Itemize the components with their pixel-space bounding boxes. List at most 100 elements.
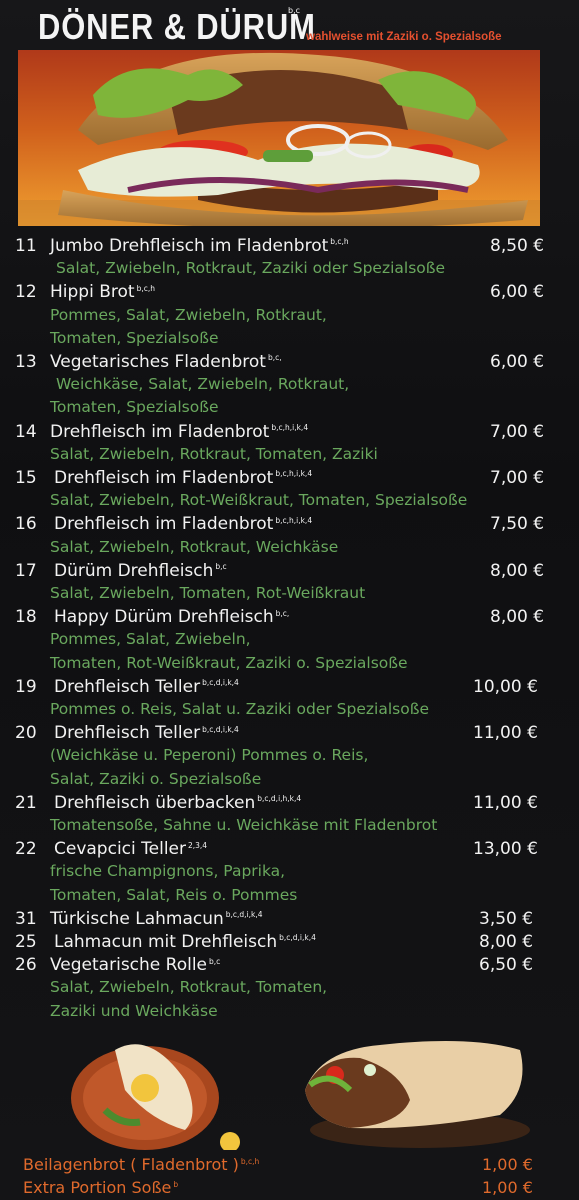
menu-page: { "header": { "title": "DÖNER & DÜRUM", … — [0, 0, 579, 1200]
item-description: Tomaten, Rot-Weißkraut, Zaziki o. Spezia… — [50, 653, 408, 672]
item-price: 8,00 € — [490, 607, 545, 628]
item-number: 11 — [15, 236, 37, 256]
item-name: Dürüm Drehfleisch b,c — [54, 561, 227, 581]
doner-photo — [18, 50, 540, 226]
section-title: DÖNER & DÜRUM — [38, 6, 316, 47]
item-name-text: Cevapcici Teller — [54, 839, 186, 860]
item-allergens: b,c,d,i,h,k,4 — [257, 794, 302, 804]
item-name-text: Lahmacun mit Drehfleisch — [54, 932, 278, 952]
item-description: Pommes, Salat, Zwiebeln, — [50, 630, 251, 649]
item-number: 31 — [15, 908, 37, 929]
extra-item-name: Beilagenbrot ( Fladenbrot ) b,c,h — [23, 1155, 259, 1174]
item-price: 8,00 € — [479, 932, 534, 952]
extra-item-text: Extra Portion Soße — [23, 1178, 172, 1197]
menu-item: 15 Drehfleisch im Fladenbrot b,c,h,i,k,4 7,… — [0, 468, 579, 490]
item-name: Drehfleisch im Fladenbrot b,c,h,i,k,4 — [54, 514, 312, 534]
item-name-text: Drehfleisch im Fladenbrot — [50, 421, 270, 442]
item-name-text: Drehfleisch überbacken — [54, 792, 256, 813]
item-description: Salat, Zwiebeln, Rotkraut, Tomaten, Zazi… — [50, 444, 378, 463]
item-allergens: b,c,d,i,k,4 — [202, 678, 239, 688]
item-allergens: b,c — [215, 562, 227, 572]
item-description: Salat, Zwiebeln, Tomaten, Rot-Weißkraut — [50, 584, 366, 602]
item-allergens: b,c,d,i,k,4 — [225, 910, 263, 920]
item-price: 6,00 € — [490, 282, 545, 303]
item-description: Pommes o. Reis, Salat u. Zaziki oder Spe… — [50, 700, 429, 718]
item-number: 17 — [15, 560, 37, 581]
extra-item-text: Beilagenbrot ( Fladenbrot ) — [23, 1155, 239, 1174]
item-price: 7,00 € — [490, 468, 545, 488]
item-description: Tomaten, Spezialsoße — [50, 398, 219, 417]
item-name: Vegetarisches Fladenbrot b,c, — [50, 352, 282, 372]
item-allergens: b,c, — [267, 353, 282, 363]
section-title-allergens: b,c — [288, 6, 301, 15]
menu-item: 16 Drehfleisch im Fladenbrot b,c,h,i,k,4 7,… — [0, 514, 579, 536]
item-number: 18 — [15, 607, 37, 628]
extra-item-price: 1,00 € — [482, 1178, 533, 1197]
item-description: Salat, Zwiebeln, Rotkraut, Tomaten, — [50, 978, 328, 997]
item-allergens: b,c,h,i,k,4 — [271, 422, 309, 432]
item-name: Drehfleisch im Fladenbrot b,c,h,i,k,4 — [50, 422, 308, 442]
item-price: 13,00 € — [473, 839, 538, 860]
menu-item: 19 Drehfleisch Teller b,c,d,i,k,4 10,00 € — [0, 677, 579, 699]
menu-item: 25 Lahmacun mit Drehfleisch b,c,d,i,k,4 8,0… — [0, 932, 579, 954]
item-allergens: b,c,h,i,k,4 — [275, 515, 313, 525]
item-price: 8,00 € — [490, 560, 545, 581]
item-name-text: Drehfleisch Teller — [54, 676, 201, 697]
item-price: 7,50 € — [490, 514, 545, 535]
item-name-text: Happy Dürüm Drehfleisch — [54, 607, 274, 628]
item-name: Türkische Lahmacun b,c,d,i,k,4 — [50, 909, 263, 929]
item-number: 21 — [15, 792, 37, 813]
item-number: 12 — [15, 282, 37, 303]
item-description: Tomaten, Spezialsoße — [50, 328, 219, 347]
menu-item: 20 Drehfleisch Teller b,c,d,i,k,4 11,00 € — [0, 723, 579, 745]
section-subtitle: wahlweise mit Zaziki o. Spezialsoße — [306, 31, 502, 43]
item-name: Cevapcici Teller 2,3,4 — [54, 839, 207, 859]
item-description: Salat, Zaziki o. Spezialsoße — [50, 769, 262, 788]
menu-item: 26 Vegetarische Rolle b,c 6,50 € — [0, 955, 579, 977]
item-description: frische Champignons, Paprika, — [50, 862, 286, 881]
item-number: 19 — [15, 676, 37, 697]
item-price: 8,50 € — [490, 236, 545, 256]
item-allergens: b,c,d,i,k,4 — [279, 933, 316, 943]
item-name: Drehfleisch Teller b,c,d,i,k,4 — [54, 723, 239, 743]
item-price: 10,00 € — [473, 676, 538, 697]
menu-item: 11 Jumbo Drehfleisch im Fladenbrot b,c,h 8,… — [0, 236, 579, 258]
item-description: Weichkäse, Salat, Zwiebeln, Rotkraut, — [56, 375, 350, 394]
item-name: Happy Dürüm Drehfleisch b,c, — [54, 607, 289, 627]
item-name-text: Drehfleisch Teller — [54, 723, 201, 744]
item-name: Vegetarische Rolle b,c — [50, 955, 220, 975]
item-name-text: Türkische Lahmacun — [50, 908, 224, 929]
item-price: 11,00 € — [473, 723, 538, 744]
item-name-text: Drehfleisch im Fladenbrot — [54, 514, 274, 535]
item-description: Zaziki und Weichkäse — [50, 1001, 218, 1020]
item-allergens: b,c — [209, 956, 221, 966]
item-description: Salat, Zwiebeln, Rotkraut, Zaziki oder S… — [56, 259, 446, 278]
menu-item: 13 Vegetarisches Fladenbrot b,c, 6,00 € — [0, 352, 579, 374]
item-name: Lahmacun mit Drehfleisch b,c,d,i,k,4 — [54, 932, 316, 952]
item-name-text: Dürüm Drehfleisch — [54, 560, 214, 581]
extra-item-allergens: b,c,h — [240, 1156, 260, 1166]
item-name: Drehfleisch Teller b,c,d,i,k,4 — [54, 677, 239, 697]
item-number: 14 — [15, 421, 37, 442]
extra-item-name: Extra Portion Soße b — [23, 1178, 178, 1197]
item-allergens: b,c,h,i,k,4 — [275, 469, 313, 479]
item-description: Salat, Zwiebeln, Rotkraut, Weichkäse — [50, 537, 339, 556]
item-name-text: Hippi Brot — [50, 282, 135, 303]
item-price: 3,50 € — [479, 908, 534, 929]
menu-item: 18 Happy Dürüm Drehfleisch b,c, 8,00 € — [0, 607, 579, 629]
item-name: Hippi Brot b,c,h — [50, 282, 155, 302]
extra-item-allergens: b — [173, 1179, 179, 1189]
item-name: Drehfleisch im Fladenbrot b,c,h,i,k,4 — [54, 468, 312, 488]
menu-item: 21 Drehfleisch überbacken b,c,d,i,h,k,4 11,… — [0, 793, 579, 815]
item-description: Tomatensoße, Sahne u. Weichkäse mit Flad… — [50, 816, 438, 834]
item-number: 25 — [15, 932, 37, 952]
item-price: 7,00 € — [490, 421, 545, 442]
item-number: 16 — [15, 514, 37, 535]
item-description: Pommes, Salat, Zwiebeln, Rotkraut, — [50, 305, 327, 324]
item-number: 22 — [15, 839, 37, 860]
item-name: Drehfleisch überbacken b,c,d,i,h,k,4 — [54, 793, 301, 813]
item-name-text: Vegetarisches Fladenbrot — [50, 352, 266, 372]
menu-item: 14 Drehfleisch im Fladenbrot b,c,h,i,k,4 7,… — [0, 422, 579, 444]
item-description: (Weichkäse u. Peperoni) Pommes o. Reis, — [50, 746, 369, 765]
item-price: 11,00 € — [473, 792, 538, 813]
